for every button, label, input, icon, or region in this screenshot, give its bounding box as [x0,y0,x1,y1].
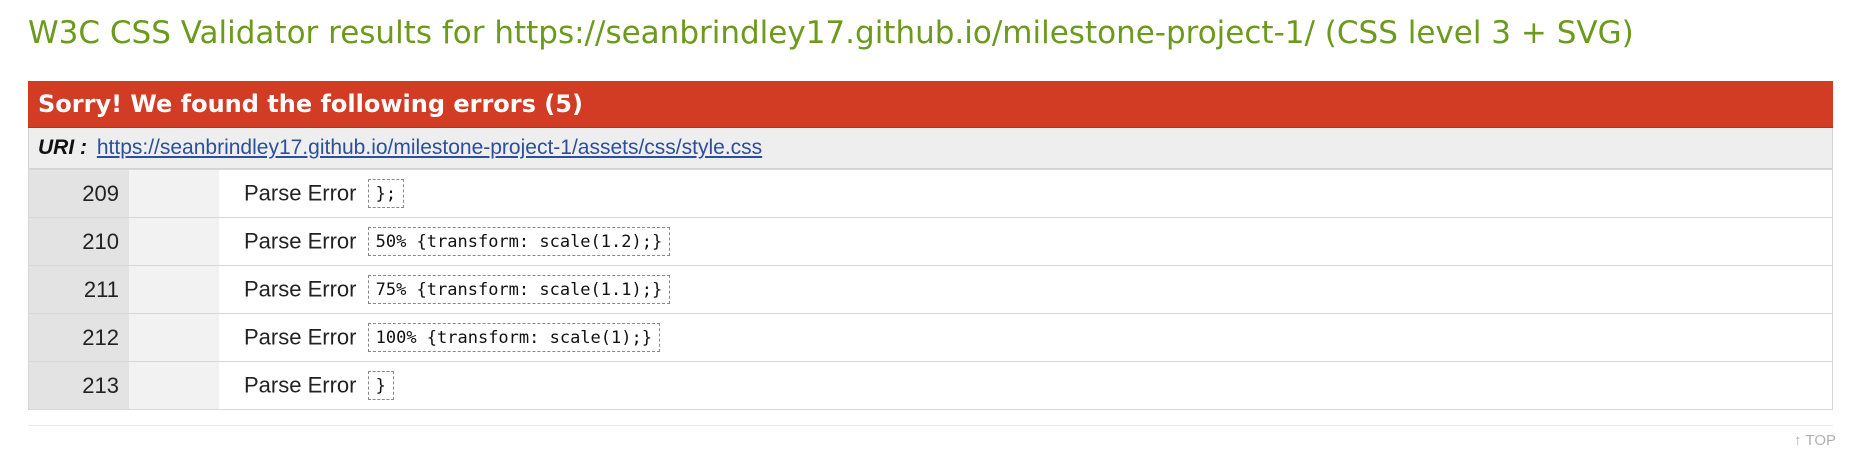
line-number: 213 [28,361,129,410]
error-type: Parse Error [244,324,357,350]
page-title: W3C CSS Validator results for https://se… [28,15,1634,51]
footer-divider [28,425,1833,426]
table-row: 210 Parse Error 50% {transform: scale(1.… [28,217,1833,266]
context-cell [129,313,219,362]
line-number: 210 [28,217,129,266]
error-code: 75% {transform: scale(1.1);} [367,275,671,304]
error-message: Parse Error } [219,361,1833,410]
context-cell [129,169,219,218]
uri-bar: URI : https://seanbrindley17.github.io/m… [28,128,1833,169]
errors-table: 209 Parse Error }; 210 Parse Error 50% {… [28,169,1833,410]
error-message: Parse Error 50% {transform: scale(1.2);} [219,217,1833,266]
error-code: }; [367,179,405,208]
uri-link[interactable]: https://seanbrindley17.github.io/milesto… [97,136,762,159]
line-number: 212 [28,313,129,362]
table-row: 209 Parse Error }; [28,169,1833,218]
table-row: 212 Parse Error 100% {transform: scale(1… [28,313,1833,362]
context-cell [129,361,219,410]
error-code: } [367,371,394,400]
error-message: Parse Error }; [219,169,1833,218]
error-type: Parse Error [244,276,357,302]
error-code: 50% {transform: scale(1.2);} [367,227,671,256]
errors-section: Sorry! We found the following errors (5)… [28,81,1833,410]
error-code: 100% {transform: scale(1);} [367,323,660,352]
line-number: 211 [28,265,129,314]
error-type: Parse Error [244,180,357,206]
context-cell [129,265,219,314]
table-row: 211 Parse Error 75% {transform: scale(1.… [28,265,1833,314]
table-row: 213 Parse Error } [28,361,1833,410]
error-type: Parse Error [244,228,357,254]
context-cell [129,217,219,266]
line-number: 209 [28,169,129,218]
error-heading: Sorry! We found the following errors (5) [28,81,1833,128]
error-message: Parse Error 100% {transform: scale(1);} [219,313,1833,362]
validator-results-page: W3C CSS Validator results for https://se… [0,0,1852,456]
error-type: Parse Error [244,372,357,398]
back-to-top-link[interactable]: ↑ TOP [1794,432,1836,449]
uri-label: URI : [38,136,87,159]
error-message: Parse Error 75% {transform: scale(1.1);} [219,265,1833,314]
